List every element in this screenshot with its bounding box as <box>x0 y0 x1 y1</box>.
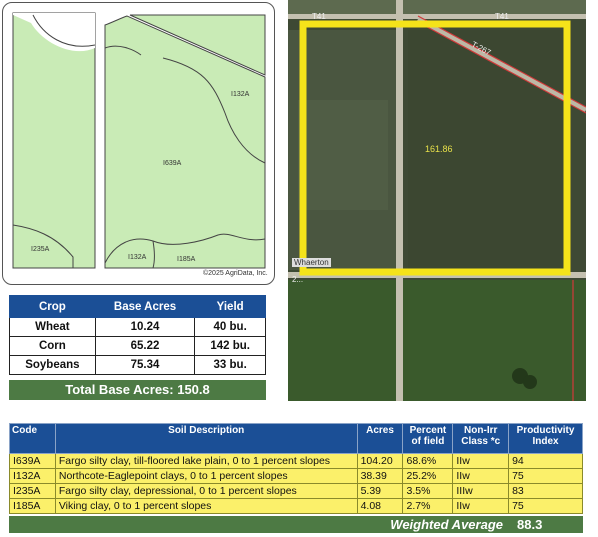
soil-map-drawing <box>12 12 266 269</box>
soil-percent: 3.5% <box>402 483 454 499</box>
crop-yield: 40 bu. <box>194 317 266 337</box>
soil-acres: 5.39 <box>356 483 404 499</box>
soil-label-i185a: I185A <box>177 256 196 263</box>
soil-class: IIw <box>452 498 510 514</box>
table-row: Corn 65.22 142 bu. <box>9 336 266 356</box>
total-base-acres: Total Base Acres: 150.8 <box>9 380 266 400</box>
acres-header: Acres <box>356 423 404 454</box>
soil-description: Fargo silty clay, depressional, 0 to 1 p… <box>54 483 358 499</box>
soil-code: I132A <box>9 468 56 484</box>
road-label-t41-left: T41 <box>312 12 326 21</box>
weighted-average-label: Weighted Average <box>390 517 503 532</box>
soil-code: I639A <box>9 453 56 469</box>
percent-header-line1: Percent <box>409 425 447 436</box>
crop-header: Crop <box>9 295 96 318</box>
soil-acres: 104.20 <box>356 453 404 469</box>
percent-header-line2: of field <box>411 436 445 447</box>
percent-header: Percent of field <box>402 423 454 454</box>
crop-table: Crop Base Acres Yield Wheat 10.24 40 bu.… <box>9 295 266 375</box>
soil-index: 75 <box>508 468 583 484</box>
field-acres-label: 161.86 <box>425 144 453 154</box>
soil-description-header: Soil Description <box>54 423 358 454</box>
yield-header: Yield <box>194 295 266 318</box>
crop-yield: 33 bu. <box>194 355 266 375</box>
map-copyright: ©2025 AgriData, Inc. <box>203 270 268 277</box>
soil-class: IIw <box>452 453 510 469</box>
productivity-header-line1: Productivity <box>516 425 575 436</box>
soil-percent: 68.6% <box>402 453 454 469</box>
soil-description: Fargo silty clay, till-floored lake plai… <box>54 453 358 469</box>
table-row: I132A Northcote-Eaglepoint clays, 0 to 1… <box>9 468 583 484</box>
soil-label-i639a: I639A <box>163 160 182 167</box>
soil-description: Viking clay, 0 to 1 percent slopes <box>54 498 358 514</box>
aerial-drawing <box>288 0 586 401</box>
aerial-image: T41 T41 T-267 Whaerton 2... 161.86 <box>288 0 586 401</box>
soil-acres: 4.08 <box>356 498 404 514</box>
crop-table-header-row: Crop Base Acres Yield <box>9 295 266 318</box>
soil-code: I235A <box>9 483 56 499</box>
crop-yield: 142 bu. <box>194 336 266 356</box>
soil-class: IIIw <box>452 483 510 499</box>
soil-label-i132a-lower: I132A <box>128 254 147 261</box>
soil-index: 75 <box>508 498 583 514</box>
weighted-average-row: Weighted Average 88.3 <box>9 516 583 533</box>
crop-acres: 65.22 <box>94 336 196 356</box>
table-row: Wheat 10.24 40 bu. <box>9 317 266 337</box>
productivity-header: Productivity Index <box>508 423 583 454</box>
crop-name: Wheat <box>9 317 96 337</box>
productivity-header-line2: Index <box>532 436 559 447</box>
road-label-bottom: 2... <box>292 275 304 284</box>
code-header: Code <box>9 423 56 454</box>
crop-acres: 75.34 <box>94 355 196 375</box>
soil-index: 94 <box>508 453 583 469</box>
soil-description: Northcote-Eaglepoint clays, 0 to 1 perce… <box>54 468 358 484</box>
soil-code: I185A <box>9 498 56 514</box>
soil-table: Code Soil Description Acres Percent of f… <box>9 423 583 514</box>
soil-index: 83 <box>508 483 583 499</box>
soil-map: I132A I639A I235A I132A I185A ©2025 Agri… <box>2 2 275 285</box>
soil-label-i235a: I235A <box>31 246 50 253</box>
table-row: I235A Fargo silty clay, depressional, 0 … <box>9 483 583 499</box>
crop-acres: 10.24 <box>94 317 196 337</box>
table-row: Soybeans 75.34 33 bu. <box>9 355 266 375</box>
soil-percent: 2.7% <box>402 498 454 514</box>
table-row: I185A Viking clay, 0 to 1 percent slopes… <box>9 498 583 514</box>
soil-class: IIw <box>452 468 510 484</box>
crop-name: Soybeans <box>9 355 96 375</box>
nonirr-header: Non-Irr Class *c <box>452 423 510 454</box>
soil-label-i132a-upper: I132A <box>231 91 250 98</box>
table-row: I639A Fargo silty clay, till-floored lak… <box>9 453 583 469</box>
weighted-average-value: 88.3 <box>517 517 543 532</box>
nonirr-header-line1: Non-Irr <box>464 425 498 436</box>
soil-percent: 25.2% <box>402 468 454 484</box>
nonirr-header-line2: Class *c <box>461 436 501 447</box>
crop-name: Corn <box>9 336 96 356</box>
town-label: Whaerton <box>292 258 331 267</box>
soil-acres: 38.39 <box>356 468 404 484</box>
road-label-t41-right: T41 <box>495 12 509 21</box>
soil-table-header-row: Code Soil Description Acres Percent of f… <box>9 423 583 454</box>
base-acres-header: Base Acres <box>94 295 196 318</box>
